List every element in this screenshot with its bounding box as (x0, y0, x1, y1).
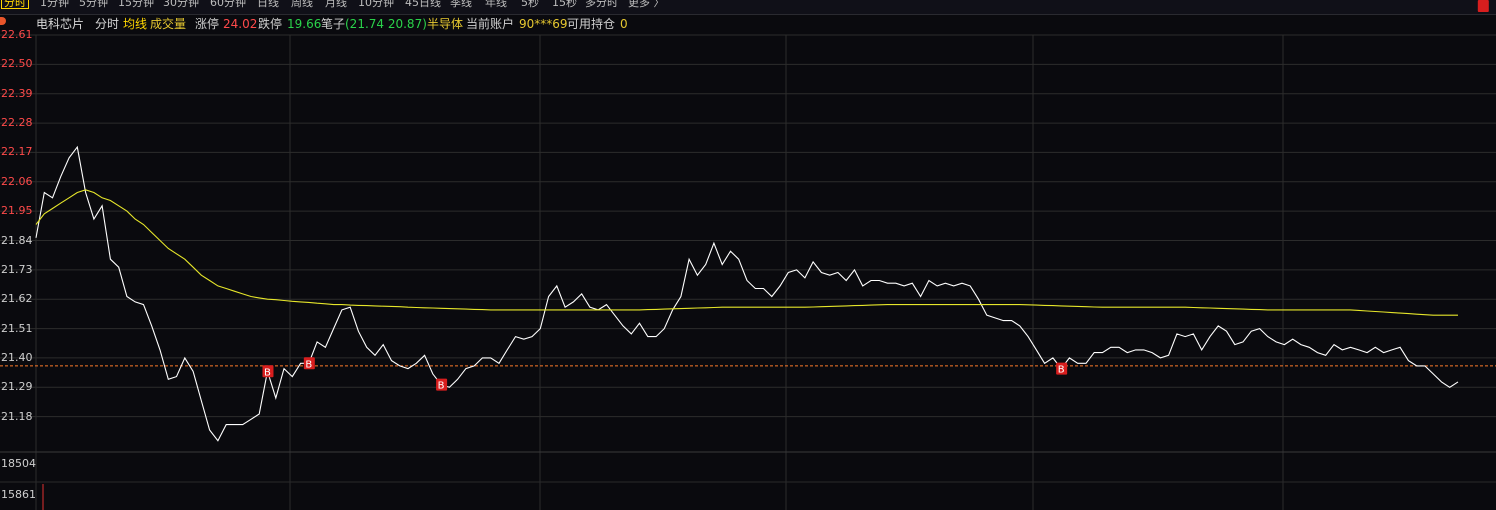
buy-marker-label: B (438, 381, 445, 392)
y-tick-label: 21.40 (1, 350, 33, 364)
price-line (35, 145, 1459, 442)
volume-tick-label: 15861 (1, 488, 36, 501)
y-tick-label: 21.29 (1, 380, 33, 394)
y-tick-label: 22.28 (1, 116, 33, 130)
buy-marker: B (1477, 0, 1489, 12)
buy-marker: B (262, 365, 274, 378)
buy-marker-label: B (1058, 365, 1065, 376)
y-tick-label: 21.73 (1, 262, 33, 276)
grid-lines (0, 34, 1496, 510)
y-tick-label: 22.06 (1, 174, 33, 188)
buy-marker: B (436, 378, 448, 392)
buy-marker-label: B (1479, 0, 1486, 3)
avg-line (35, 189, 1458, 316)
trade-markers: B B B B B (262, 0, 1489, 392)
volume-tick-label: 18504 (1, 457, 36, 470)
buy-marker-label: B (264, 367, 271, 378)
y-tick-label: 21.62 (1, 292, 33, 306)
buy-marker-label: B (305, 359, 312, 370)
buy-marker: B (303, 357, 315, 370)
y-tick-label: 22.39 (1, 86, 33, 100)
y-tick-label: 22.50 (1, 57, 33, 71)
y-tick-label: 21.95 (1, 204, 33, 218)
series-lines (35, 145, 1459, 442)
y-tick-label: 22.17 (1, 145, 33, 159)
y-tick-label: 21.51 (1, 321, 33, 335)
y-tick-label: 22.61 (1, 28, 33, 41)
y-tick-label: 21.84 (1, 233, 33, 247)
buy-marker: B (1056, 362, 1068, 376)
intraday-chart[interactable]: B B B B B (0, 0, 1496, 510)
y-tick-label: 21.18 (1, 409, 33, 423)
